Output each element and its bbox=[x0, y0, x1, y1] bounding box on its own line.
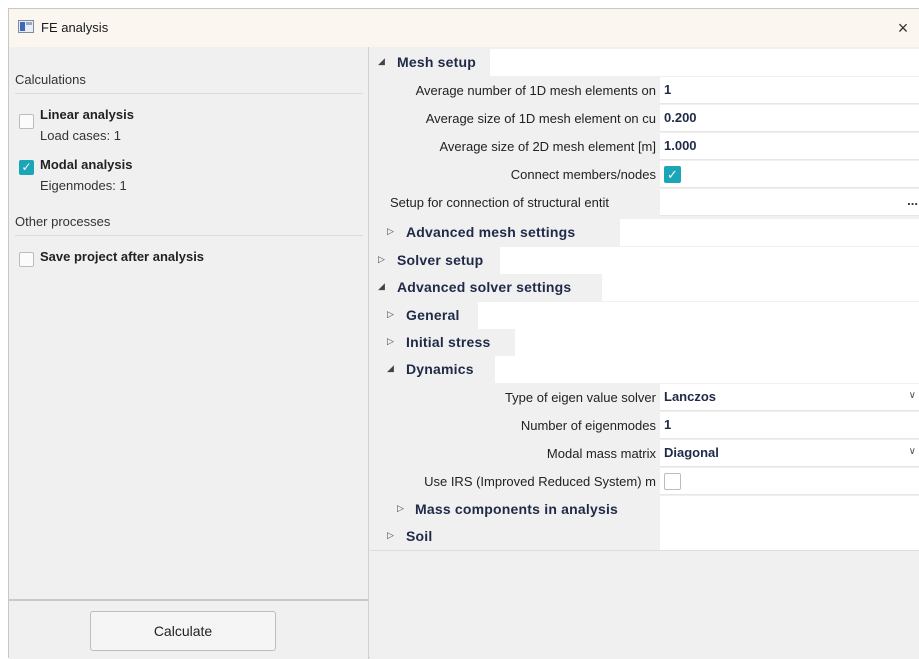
prop-value: 1.000 bbox=[664, 138, 697, 153]
expand-arrow-icon[interactable]: ◢ bbox=[387, 363, 394, 374]
processes-panel: Calculations Linear analysis Load cases:… bbox=[9, 47, 369, 659]
chevron-down-icon[interactable]: ∨ bbox=[909, 390, 916, 401]
prop-value: 1 bbox=[664, 82, 672, 97]
prop-label: Modal mass matrix bbox=[546, 446, 656, 461]
divider bbox=[15, 93, 363, 94]
group-advanced-solver-settings[interactable]: ◢ Advanced solver settings bbox=[370, 274, 919, 301]
modal-analysis-label: Modal analysis bbox=[40, 157, 133, 172]
prop-label: Connect members/nodes bbox=[510, 167, 656, 182]
group-label: General bbox=[406, 307, 460, 323]
prop-value: Lanczos bbox=[664, 389, 717, 404]
chevron-down-icon[interactable]: ∨ bbox=[909, 446, 916, 457]
prop-label: Number of eigenmodes bbox=[520, 418, 656, 433]
prop-row-eigen-solver: Type of eigen value solver Lanczos ∨ bbox=[370, 384, 919, 411]
prop-label: Average size of 1D mesh element on cu bbox=[425, 111, 656, 126]
use-irs-checkbox[interactable] bbox=[664, 473, 681, 490]
close-icon[interactable]: × bbox=[889, 14, 917, 42]
group-label: Dynamics bbox=[406, 361, 474, 377]
load-cases-text: Load cases: 1 bbox=[40, 128, 121, 143]
ellipsis-button[interactable]: ... bbox=[907, 193, 918, 208]
group-dynamics[interactable]: ◢ Dynamics bbox=[370, 356, 919, 383]
divider bbox=[15, 235, 363, 236]
expand-arrow-icon[interactable]: ▷ bbox=[387, 309, 394, 320]
prop-label: Average number of 1D mesh elements on bbox=[415, 83, 656, 98]
prop-value: 0.200 bbox=[664, 110, 697, 125]
prop-row-avg-1d-size: Average size of 1D mesh element on cu 0.… bbox=[370, 105, 919, 132]
avg-1d-count-field[interactable]: 1 bbox=[660, 77, 919, 104]
group-label: Soil bbox=[406, 528, 433, 544]
linear-analysis-checkbox[interactable] bbox=[19, 114, 34, 129]
expand-arrow-icon[interactable]: ▷ bbox=[387, 336, 394, 347]
group-label: Initial stress bbox=[406, 334, 491, 350]
num-eigenmodes-field[interactable]: 1 bbox=[660, 412, 919, 439]
group-mesh-setup[interactable]: ◢ Mesh setup bbox=[370, 49, 919, 76]
divider bbox=[370, 550, 919, 551]
use-irs-field[interactable] bbox=[660, 468, 919, 495]
group-advanced-mesh-settings[interactable]: ▷ Advanced mesh settings bbox=[370, 219, 919, 246]
group-label: Advanced mesh settings bbox=[406, 224, 576, 240]
setup-connection-field[interactable]: ... bbox=[660, 189, 919, 216]
prop-row-avg-1d-count: Average number of 1D mesh elements on 1 bbox=[370, 77, 919, 104]
divider bbox=[9, 599, 368, 601]
save-project-label: Save project after analysis bbox=[40, 249, 205, 264]
app-window-icon bbox=[18, 20, 34, 33]
expand-arrow-icon[interactable]: ▷ bbox=[378, 254, 385, 265]
prop-row-use-irs: Use IRS (Improved Reduced System) m bbox=[370, 468, 919, 495]
eigenmodes-text: Eigenmodes: 1 bbox=[40, 178, 127, 193]
save-project-checkbox[interactable] bbox=[19, 252, 34, 267]
group-solver-setup[interactable]: ▷ Solver setup bbox=[370, 247, 919, 274]
avg-1d-size-field[interactable]: 0.200 bbox=[660, 105, 919, 132]
group-label: Mesh setup bbox=[397, 54, 477, 70]
linear-analysis-label: Linear analysis bbox=[40, 107, 134, 122]
connect-members-field[interactable]: ✓ bbox=[660, 161, 919, 188]
expand-arrow-icon[interactable]: ▷ bbox=[387, 226, 394, 237]
prop-label: Setup for connection of structural entit bbox=[390, 195, 609, 210]
expand-arrow-icon[interactable]: ◢ bbox=[378, 281, 385, 292]
group-mass-components[interactable]: ▷ Mass components in analysis bbox=[370, 496, 919, 523]
title-bar: FE analysis × bbox=[9, 9, 919, 47]
modal-analysis-checkbox[interactable]: ✓ bbox=[19, 160, 34, 175]
modal-mass-select[interactable]: Diagonal ∨ bbox=[660, 440, 919, 467]
prop-row-modal-mass: Modal mass matrix Diagonal ∨ bbox=[370, 440, 919, 467]
fe-analysis-window: FE analysis × Calculations Linear analys… bbox=[8, 8, 919, 659]
expand-arrow-icon[interactable]: ◢ bbox=[378, 56, 385, 67]
prop-label: Use IRS (Improved Reduced System) m bbox=[424, 474, 656, 489]
group-label: Solver setup bbox=[397, 252, 484, 268]
properties-panel: ◢ Mesh setup Average number of 1D mesh e… bbox=[370, 47, 919, 659]
prop-row-avg-2d-size: Average size of 2D mesh element [m] 1.00… bbox=[370, 133, 919, 160]
prop-row-connect-members: Connect members/nodes ✓ bbox=[370, 161, 919, 188]
group-soil[interactable]: ▷ Soil bbox=[370, 523, 919, 550]
prop-value: Diagonal bbox=[664, 445, 719, 460]
calculate-button[interactable]: Calculate bbox=[90, 611, 276, 651]
window-title: FE analysis bbox=[41, 20, 109, 35]
prop-label: Type of eigen value solver bbox=[504, 390, 656, 405]
prop-row-num-eigenmodes: Number of eigenmodes 1 bbox=[370, 412, 919, 439]
prop-value: 1 bbox=[664, 417, 672, 432]
prop-label: Average size of 2D mesh element [m] bbox=[439, 139, 656, 154]
group-label: Advanced solver settings bbox=[397, 279, 572, 295]
avg-2d-size-field[interactable]: 1.000 bbox=[660, 133, 919, 160]
connect-members-checkbox[interactable]: ✓ bbox=[664, 166, 681, 183]
group-general[interactable]: ▷ General bbox=[370, 302, 919, 329]
prop-row-setup-connection: Setup for connection of structural entit… bbox=[370, 189, 919, 216]
other-processes-heading: Other processes bbox=[15, 214, 111, 229]
eigen-solver-select[interactable]: Lanczos ∨ bbox=[660, 384, 919, 411]
expand-arrow-icon[interactable]: ▷ bbox=[397, 503, 404, 514]
group-label: Mass components in analysis bbox=[415, 501, 619, 517]
group-initial-stress[interactable]: ▷ Initial stress bbox=[370, 329, 919, 356]
calculations-heading: Calculations bbox=[15, 72, 86, 87]
expand-arrow-icon[interactable]: ▷ bbox=[387, 530, 394, 541]
